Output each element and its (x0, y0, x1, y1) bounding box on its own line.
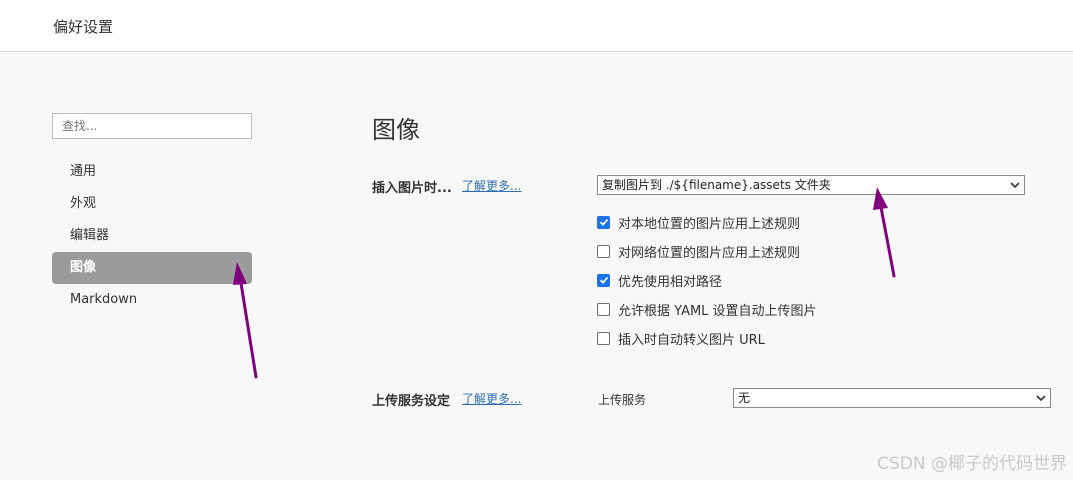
annotation-arrows (233, 187, 896, 379)
annotation-arrow-select (873, 187, 896, 278)
annotation-arrow-sidebar (233, 262, 258, 379)
watermark: CSDN @椰子的代码世界 (877, 454, 1067, 474)
